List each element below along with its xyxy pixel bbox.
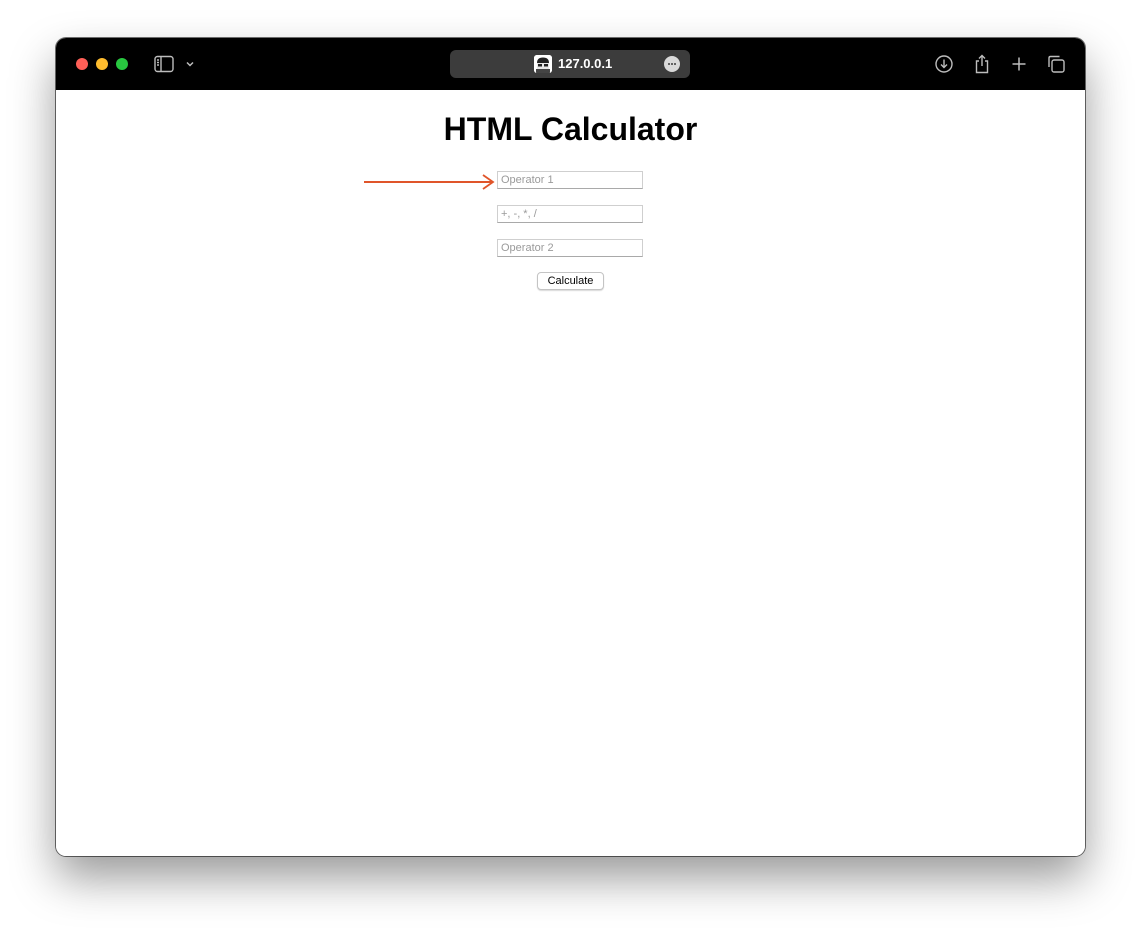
site-favicon-icon — [534, 55, 552, 73]
calculate-button[interactable]: Calculate — [537, 272, 604, 290]
address-bar[interactable]: 127.0.0.1 — [450, 50, 690, 78]
close-window-button[interactable] — [76, 58, 88, 70]
share-icon[interactable] — [971, 53, 993, 75]
operator2-input[interactable] — [497, 239, 643, 257]
arrow-right-icon — [364, 174, 495, 190]
url-text: 127.0.0.1 — [558, 56, 613, 71]
page-menu-icon[interactable] — [664, 56, 680, 72]
tab-overview-icon[interactable] — [1045, 53, 1067, 75]
page-title: HTML Calculator — [443, 111, 698, 147]
downloads-icon[interactable] — [933, 53, 955, 75]
new-tab-icon[interactable] — [1008, 53, 1030, 75]
operator1-input[interactable] — [497, 171, 643, 189]
sidebar-toggle-icon[interactable] — [153, 53, 175, 75]
minimize-window-button[interactable] — [96, 58, 108, 70]
zoom-window-button[interactable] — [116, 58, 128, 70]
operation-input[interactable] — [497, 205, 643, 223]
chevron-down-icon[interactable] — [182, 53, 198, 75]
titlebar: 127.0.0.1 — [56, 38, 1085, 90]
browser-window: 127.0.0.1 HTML Calculator Operator 1 +, … — [56, 38, 1085, 856]
page-content: HTML Calculator Calculate — [56, 90, 1085, 856]
